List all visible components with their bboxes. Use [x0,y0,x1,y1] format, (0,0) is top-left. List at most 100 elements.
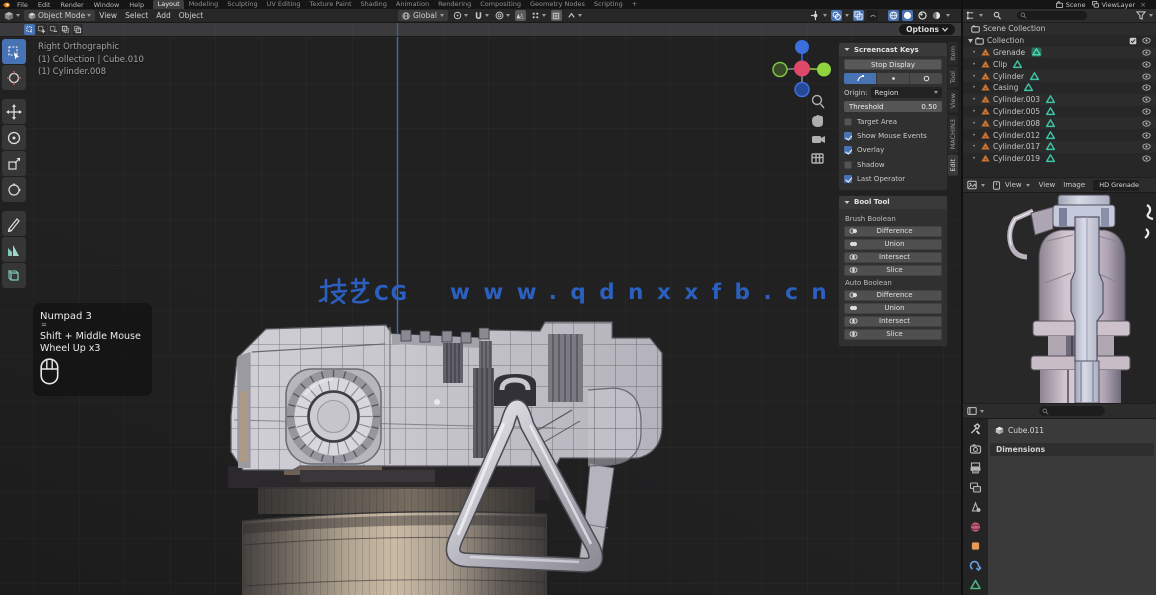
show-overlays-toggle[interactable] [831,10,842,21]
snap-extra-toggle[interactable] [551,10,562,21]
seg-button-3[interactable] [910,73,942,84]
properties-tab-modifiers[interactable] [969,560,982,572]
outliner-display-mode-icon[interactable] [992,11,1002,20]
show-gizmo-toggle[interactable] [810,10,827,21]
gizmo-z-neg-axis[interactable] [795,83,809,97]
outliner-row-grenade[interactable]: •Grenade [963,47,1156,59]
eye-icon[interactable] [1142,84,1151,91]
viewlayer-close-icon[interactable]: × [1140,1,1146,9]
select-mode-invert[interactable] [60,24,71,35]
transform-orientation-selector[interactable]: Global [398,10,448,21]
viewlayer-selector[interactable]: ViewLayer [1102,1,1136,9]
eye-icon[interactable] [1142,61,1151,68]
gizmo-z-axis[interactable] [795,40,809,54]
image-mode-selector[interactable]: View [1005,181,1022,189]
checkbox-overlay[interactable]: Overlay [844,143,942,157]
snap-toggle[interactable] [473,11,490,20]
menu-window[interactable]: Window [89,1,125,9]
auto-boolean-slice-button[interactable]: Slice [844,329,942,340]
editor-type-button[interactable] [0,11,24,21]
workspace-tab-texture-paint[interactable]: Texture Paint [305,0,356,9]
outliner-row-casing[interactable]: •Casing [963,82,1156,94]
outliner-row-cylinder-005[interactable]: •Cylinder.005 [963,106,1156,118]
brush-boolean-union-button[interactable]: Union [844,239,942,250]
menu-view[interactable]: View [95,11,121,20]
camera-view-icon[interactable] [812,136,825,143]
tool-add-cube[interactable] [2,263,26,288]
blender-logo-icon[interactable] [0,2,12,8]
scene-selector[interactable]: Scene [1066,1,1086,9]
exclude-checkbox-icon[interactable] [1129,37,1137,45]
gizmo-center[interactable] [794,61,810,77]
eye-icon[interactable] [1142,108,1151,115]
properties-tab-view-layer[interactable] [969,482,982,494]
properties-tab-render[interactable] [969,443,982,455]
checkbox-last-operator[interactable]: Last Operator [844,172,942,186]
sidebar-tab-machin3[interactable]: MACHIN3 [948,115,958,153]
eye-icon[interactable] [1142,132,1151,139]
menu-select[interactable]: Select [121,11,152,20]
select-mode-set[interactable] [24,24,35,35]
seg-button-1[interactable] [844,73,877,84]
outliner-row-scene-collection[interactable]: Scene Collection [963,23,1156,35]
eye-icon[interactable] [1142,73,1151,80]
tool-transform[interactable] [2,177,26,202]
shading-solid-button[interactable] [902,10,913,21]
properties-tab-output[interactable] [969,462,982,474]
workspace-tab-modeling[interactable]: Modeling [184,0,223,9]
properties-tab-tool[interactable] [969,423,982,435]
workspace-tab-uv-editing[interactable]: UV Editing [262,0,305,9]
tool-cursor[interactable] [2,65,26,90]
menu-render[interactable]: Render [55,1,88,9]
brush-boolean-difference-button[interactable]: Difference [844,226,942,237]
shading-rendered-button[interactable] [931,10,942,21]
seg-button-2[interactable] [877,73,910,84]
auto-boolean-union-button[interactable]: Union [844,303,942,314]
add-workspace-button[interactable]: + [627,0,641,9]
properties-editor-icon[interactable] [967,406,977,416]
eye-icon[interactable] [1142,120,1151,127]
pivot-point-button[interactable] [452,11,469,20]
auto-boolean-difference-button[interactable]: Difference [844,290,942,301]
properties-tab-world[interactable] [969,521,982,533]
workspace-tab-shading[interactable]: Shading [356,0,391,9]
model-grenade[interactable] [228,322,662,595]
gizmo-y-axis[interactable] [817,63,831,77]
shading-extra-button[interactable] [867,10,878,21]
select-mode-subtract[interactable] [48,24,59,35]
outliner-row-cylinder-017[interactable]: •Cylinder.017 [963,141,1156,153]
outliner-editor-icon[interactable] [966,11,976,20]
shading-wireframe-button[interactable] [888,10,899,21]
proportional-editing-toggle[interactable] [494,11,511,20]
menu-add[interactable]: Add [152,11,175,20]
eye-icon[interactable] [1142,143,1151,150]
eye-icon[interactable] [1142,96,1151,103]
outliner-search-input[interactable] [1017,11,1087,20]
eye-icon[interactable] [1142,49,1151,56]
gizmos-options[interactable] [530,11,547,20]
auto-boolean-intersect-button[interactable]: Intersect [844,316,942,327]
sidebar-tab-edit[interactable]: Edit [948,155,958,176]
tool-move[interactable] [2,99,26,124]
checkbox-shadow[interactable]: Shadow [844,158,942,172]
brush-boolean-slice-button[interactable]: Slice [844,265,942,276]
menu-file[interactable]: File [12,1,33,9]
image-editor-icon[interactable] [967,180,977,190]
image-datablock-selector[interactable]: HD Grenade [1093,180,1139,191]
sidebar-tab-item[interactable]: Item [948,42,958,65]
checkbox-show-mouse-events[interactable]: Show Mouse Events [844,129,942,143]
outliner-row-cylinder-003[interactable]: •Cylinder.003 [963,94,1156,106]
properties-tab-object[interactable] [969,540,982,552]
panel-header[interactable]: Bool Tool [839,196,947,209]
xray-toggle[interactable] [853,10,864,21]
menu-image[interactable]: Image [1063,181,1085,189]
outliner-row-collection[interactable]: Collection [963,35,1156,47]
outliner-row-cylinder-019[interactable]: •Cylinder.019 [963,153,1156,165]
outliner-row-cylinder-008[interactable]: •Cylinder.008 [963,117,1156,129]
outliner-row-clip[interactable]: •Clip [963,58,1156,70]
workspace-tab-sculpting[interactable]: Sculpting [223,0,262,9]
menu-object[interactable]: Object [175,11,207,20]
stop-display-button[interactable]: Stop Display [844,59,942,70]
panel-header[interactable]: Screencast Keys [839,43,947,56]
tool-annotate[interactable] [2,211,26,236]
